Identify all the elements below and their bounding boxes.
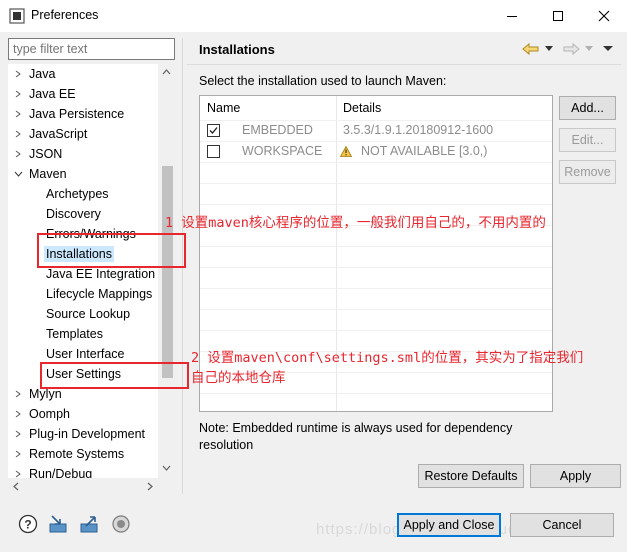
maximize-button[interactable] — [535, 0, 581, 32]
annotation-text-2-line1: 2 设置maven\conf\settings.sml的位置，其实为了指定我们 — [191, 350, 584, 366]
row-line — [200, 288, 552, 289]
tree-item-templates[interactable]: Templates — [46, 324, 103, 344]
embedded-runtime-note: Note: Embedded runtime is always used fo… — [199, 421, 513, 452]
tree-item-remote-systems[interactable]: Remote Systems — [13, 444, 124, 464]
chevron-right-icon — [15, 470, 21, 478]
scroll-left-icon[interactable] — [12, 482, 20, 491]
chevron-right-icon — [15, 390, 21, 398]
minimize-button[interactable] — [489, 0, 535, 32]
chevron-right-icon — [15, 110, 21, 118]
tree-item-maven[interactable]: Maven — [13, 164, 67, 184]
tree-item-plugin-development[interactable]: Plug-in Development — [13, 424, 145, 444]
row-checkbox[interactable] — [207, 145, 220, 158]
highlight-box-user-settings — [40, 362, 189, 389]
installation-name: WORKSPACE — [242, 144, 323, 158]
record-icon[interactable] — [111, 514, 131, 534]
remove-button[interactable]: Remove — [559, 160, 616, 184]
tree-item-discovery[interactable]: Discovery — [46, 204, 101, 224]
chevron-right-icon — [15, 130, 21, 138]
tree-item-lifecycle-mappings[interactable]: Lifecycle Mappings — [46, 284, 152, 304]
back-arrow-icon[interactable] — [522, 42, 540, 56]
row-line — [200, 330, 552, 331]
close-button[interactable] — [581, 0, 627, 32]
chevron-right-icon — [15, 70, 21, 78]
edit-button[interactable]: Edit... — [559, 128, 616, 152]
svg-text:?: ? — [24, 518, 31, 532]
chevron-right-icon — [15, 450, 21, 458]
window-title: Preferences — [31, 8, 99, 22]
installation-details: 3.5.3/1.9.1.20180912-1600 — [343, 123, 494, 137]
forward-menu-chevron-icon[interactable] — [585, 46, 593, 52]
tree-scroll-thumb[interactable] — [162, 166, 173, 378]
cancel-button[interactable]: Cancel — [510, 513, 614, 537]
tree-item-user-interface[interactable]: User Interface — [46, 344, 125, 364]
add-button[interactable]: Add... — [559, 96, 616, 120]
eclipse-app-icon — [9, 8, 25, 24]
row-checkbox[interactable] — [207, 124, 220, 137]
row-line — [200, 267, 552, 268]
installations-description: Select the installation used to launch M… — [199, 74, 447, 88]
chevron-right-icon — [15, 410, 21, 418]
import-icon[interactable] — [48, 514, 68, 534]
chevron-down-icon — [14, 171, 23, 177]
tree-item-run-debug[interactable]: Run/Debug — [13, 464, 92, 478]
chevron-right-icon — [15, 150, 21, 158]
export-icon[interactable] — [79, 514, 99, 534]
tree-item-json[interactable]: JSON — [13, 144, 62, 164]
restore-defaults-button[interactable]: Restore Defaults — [418, 464, 524, 488]
scroll-down-icon[interactable] — [162, 464, 171, 472]
minimize-icon — [507, 16, 517, 17]
tree-item-javascript[interactable]: JavaScript — [13, 124, 87, 144]
view-menu-icon[interactable] — [603, 46, 613, 52]
installation-details: NOT AVAILABLE [3.0,) — [361, 144, 488, 158]
row-line — [200, 246, 552, 247]
tree-item-java[interactable]: Java — [13, 64, 55, 84]
apply-button[interactable]: Apply — [530, 464, 621, 488]
installation-name: EMBEDDED — [242, 123, 313, 137]
tree-item-oomph[interactable]: Oomph — [13, 404, 70, 424]
tree-item-java-persistence[interactable]: Java Persistence — [13, 104, 124, 124]
scroll-right-icon[interactable] — [146, 482, 154, 491]
row-line — [200, 162, 552, 163]
tree-item-archetypes[interactable]: Archetypes — [46, 184, 109, 204]
back-menu-chevron-icon[interactable] — [545, 46, 553, 52]
tree-item-java-ee[interactable]: Java EE — [13, 84, 76, 104]
maximize-icon — [553, 11, 563, 21]
column-header-details[interactable]: Details — [343, 96, 381, 120]
highlight-box-installations — [37, 233, 186, 268]
column-header-name[interactable]: Name — [207, 96, 240, 120]
annotation-text-2: 2 设置maven\conf\settings.sml的位置，其实为了指定我们 … — [191, 348, 583, 388]
annotation-text-2-line2: 自己的本地仓库 — [191, 370, 286, 386]
preference-tree[interactable]: Java Java EE Java Persistence JavaScript… — [8, 64, 175, 478]
tree-horizontal-scrollbar[interactable] — [8, 478, 175, 495]
checkmark-icon — [209, 127, 218, 134]
chevron-right-icon — [15, 90, 21, 98]
row-line — [200, 393, 552, 394]
warning-icon — [340, 146, 352, 157]
scroll-up-icon[interactable] — [162, 68, 171, 76]
tree-item-source-lookup[interactable]: Source Lookup — [46, 304, 130, 324]
page-title: Installations — [199, 42, 275, 57]
row-line — [200, 204, 552, 205]
forward-arrow-icon[interactable] — [562, 42, 580, 56]
annotation-text-1: 1 设置maven核心程序的位置，一般我们用自己的，不用内置的 — [165, 215, 546, 231]
help-icon[interactable]: ? — [18, 514, 38, 534]
close-icon — [598, 10, 610, 22]
chevron-right-icon — [15, 430, 21, 438]
row-line — [200, 309, 552, 310]
header-divider — [187, 64, 621, 65]
filter-input[interactable] — [8, 38, 175, 60]
row-line — [200, 183, 552, 184]
apply-and-close-button[interactable]: Apply and Close — [397, 513, 501, 537]
